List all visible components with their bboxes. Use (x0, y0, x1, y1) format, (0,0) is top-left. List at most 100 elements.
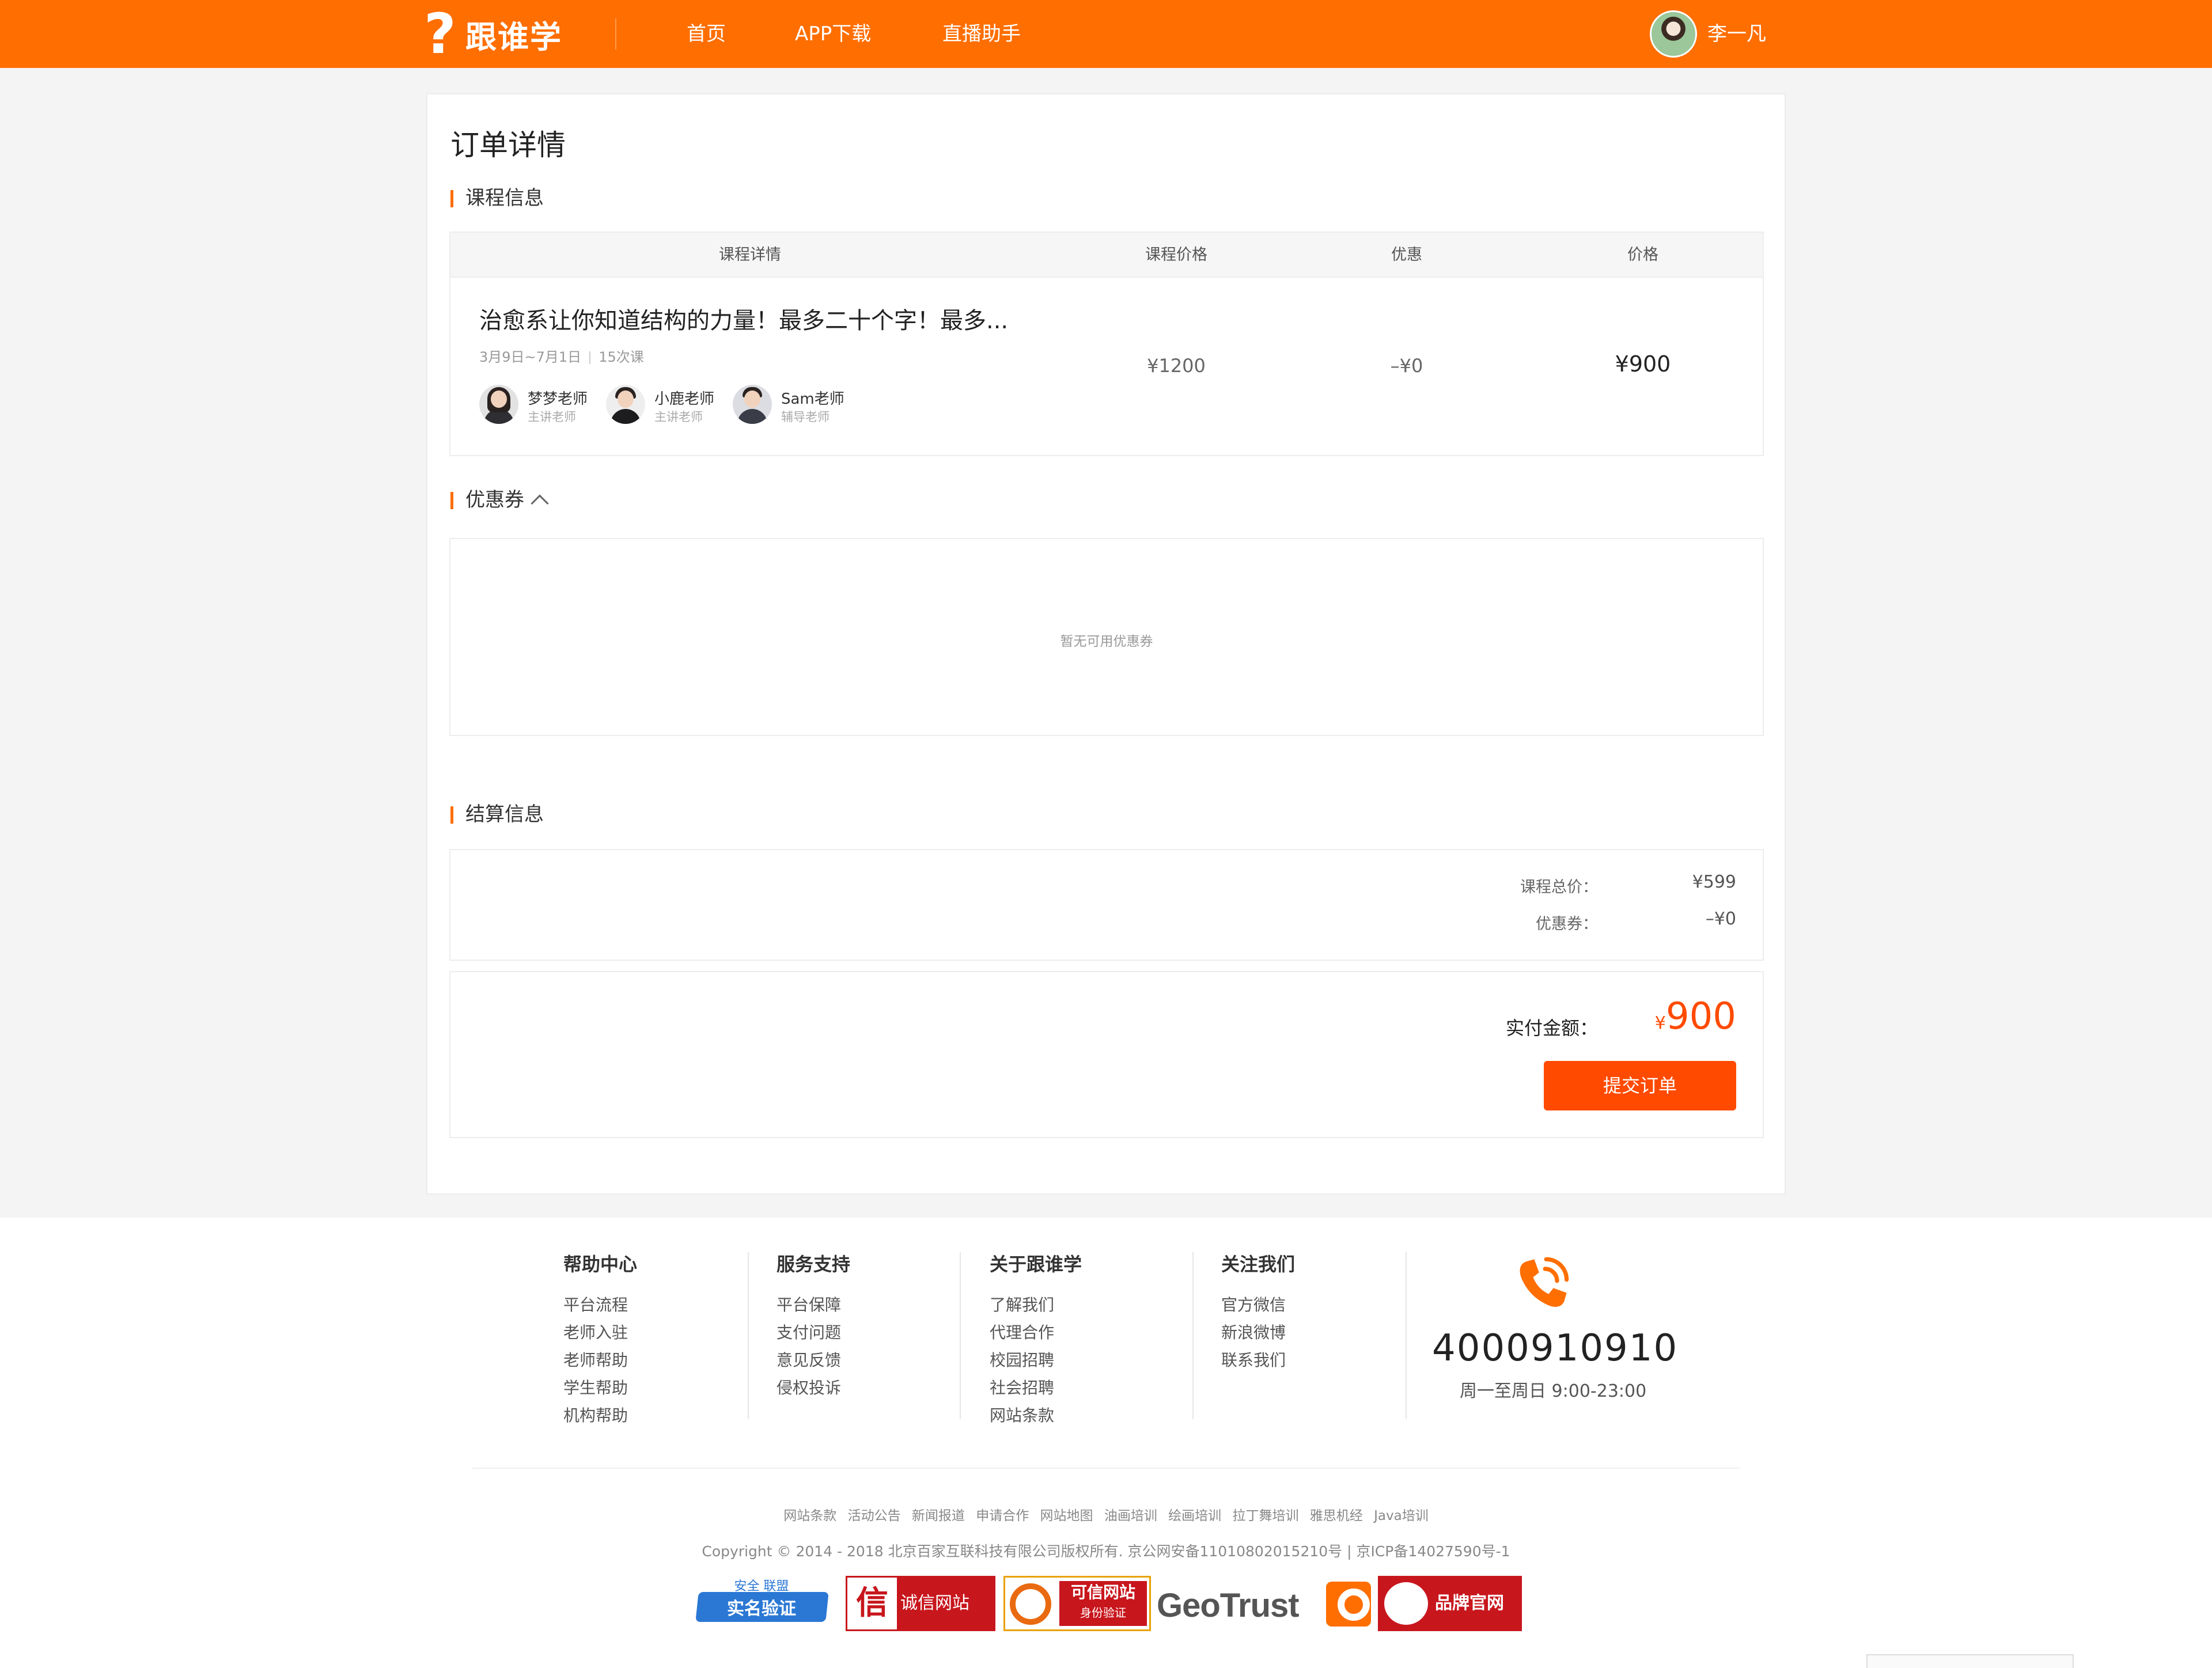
footer-link[interactable]: 新浪微博 (1221, 1319, 1295, 1347)
bottom-link[interactable]: 新闻报道 (912, 1508, 965, 1523)
teacher-name: 小鹿老师 (654, 391, 715, 408)
payment-box: 实付金额： ¥900 提交订单 (449, 971, 1764, 1138)
footer-col-title: 帮助中心 (563, 1253, 638, 1275)
col-course-price: 课程价格 (1145, 246, 1207, 264)
logo-text: 跟谁学 (465, 18, 562, 55)
bottom-link[interactable]: 网站地图 (1040, 1508, 1093, 1523)
bottom-link[interactable]: 网站条款 (783, 1508, 836, 1523)
footer-link[interactable]: 代理合作 (990, 1319, 1082, 1347)
service-phone[interactable]: 4000910910 (1432, 1327, 1678, 1370)
footer-link[interactable]: 意见反馈 (777, 1347, 850, 1374)
chevron-up-icon[interactable] (531, 494, 549, 513)
course-lessons: 15次课 (599, 349, 644, 365)
top-navbar: ? 跟谁学 首页 APP下载 直播助手 李一凡 (0, 0, 2212, 68)
floating-panel-stub[interactable] (1866, 1654, 2074, 1668)
section-title-settle: 结算信息 (450, 803, 544, 826)
footer-divider (960, 1252, 961, 1419)
footer-divider (1406, 1252, 1407, 1419)
course-price-value: ¥1200 (1147, 355, 1206, 377)
bottom-link[interactable]: Java培训 (1374, 1508, 1429, 1523)
footer-link[interactable]: 校园招聘 (990, 1347, 1082, 1374)
nav-app-download[interactable]: APP下载 (795, 0, 871, 68)
teacher-avatar (479, 385, 518, 424)
teacher-name: 梦梦老师 (528, 391, 588, 408)
footer-col-help: 帮助中心 平台流程 老师入驻 老师帮助 学生帮助 机构帮助 (563, 1250, 637, 1430)
coupon-empty-text: 暂无可用优惠券 (1060, 634, 1153, 649)
footer-col-title: 关于跟谁学 (990, 1253, 1082, 1275)
footer-col-about: 关于跟谁学 了解我们 代理合作 校园招聘 社会招聘 网站条款 (990, 1250, 1082, 1430)
bottom-link[interactable]: 活动公告 (848, 1508, 901, 1523)
teacher-avatar (606, 385, 645, 424)
pay-amount-label: 实付金额： (1505, 1017, 1598, 1039)
section-title-course: 课程信息 (450, 187, 544, 210)
teacher-role: 主讲老师 (528, 410, 576, 424)
coupon-title-label: 优惠券 (465, 488, 524, 511)
site-logo[interactable]: ? 跟谁学 (424, 6, 562, 62)
col-course-detail: 课程详情 (719, 246, 781, 264)
course-final-price: ¥900 (1615, 351, 1671, 377)
nav-home[interactable]: 首页 (687, 0, 726, 68)
footer-link[interactable]: 联系我们 (1221, 1347, 1295, 1374)
footer-link[interactable]: 老师帮助 (563, 1347, 637, 1374)
course-meta: 3月9日~7月1日 15次课 (479, 346, 644, 366)
footer-link[interactable]: 老师入驻 (563, 1319, 637, 1347)
col-discount: 优惠 (1391, 246, 1422, 264)
teacher-name: Sam老师 (781, 391, 844, 408)
teacher-role: 主讲老师 (654, 410, 703, 424)
teacher-avatar (733, 385, 772, 424)
course-table: 课程详情 课程价格 优惠 价格 治愈系让你知道结构的力量！最多二十个字！最多..… (449, 232, 1764, 456)
bottom-link[interactable]: 申请合作 (976, 1508, 1029, 1523)
user-name[interactable]: 李一凡 (1707, 0, 1766, 68)
course-name[interactable]: 治愈系让你知道结构的力量！最多二十个字！最多... (479, 302, 1008, 335)
bottom-link[interactable]: 雅思机经 (1310, 1508, 1363, 1523)
course-table-header: 课程详情 课程价格 优惠 价格 (450, 233, 1763, 278)
footer-link[interactable]: 支付问题 (777, 1319, 850, 1347)
site-footer: 帮助中心 平台流程 老师入驻 老师帮助 学生帮助 机构帮助 服务支持 平台保障 … (0, 1218, 2212, 1668)
submit-order-button[interactable]: 提交订单 (1544, 1061, 1736, 1110)
footer-rule (472, 1468, 1740, 1469)
course-discount-value: –¥0 (1390, 355, 1423, 377)
service-hours: 周一至周日 9:00-23:00 (1460, 1381, 1647, 1401)
bottom-link[interactable]: 绘画培训 (1168, 1508, 1221, 1523)
settle-box: 课程总价： ¥599 优惠券： –¥0 (449, 849, 1764, 961)
badge-real-name-verified[interactable]: 安全 联盟 实名验证 (689, 1576, 834, 1631)
user-avatar[interactable] (1650, 10, 1697, 58)
footer-col-follow: 关注我们 官方微信 新浪微博 联系我们 (1221, 1250, 1295, 1374)
order-detail-card: 订单详情 课程信息 课程详情 课程价格 优惠 价格 治愈系让你知道结构的力量！最… (426, 93, 1786, 1195)
footer-col-service: 服务支持 平台保障 支付问题 意见反馈 侵权投诉 (777, 1250, 850, 1402)
footer-link[interactable]: 网站条款 (990, 1402, 1082, 1430)
badge-credible-site[interactable]: 信 诚信网站 (846, 1576, 995, 1631)
footer-link[interactable]: 学生帮助 (563, 1374, 637, 1402)
copyright-text: Copyright © 2014 - 2018 北京百家互联科技有限公司版权所有… (702, 1543, 1510, 1560)
page-title: 订单详情 (450, 128, 566, 162)
logo-divider (615, 18, 616, 50)
pay-currency: ¥ (1654, 1013, 1666, 1033)
total-price-value: ¥599 (1692, 872, 1736, 892)
footer-link[interactable]: 官方微信 (1221, 1291, 1295, 1319)
badge-security-logo[interactable] (1321, 1576, 1377, 1631)
coupon-deduct-value: –¥0 (1705, 909, 1736, 929)
footer-col-title: 服务支持 (777, 1253, 851, 1275)
footer-link[interactable]: 机构帮助 (563, 1402, 637, 1430)
badge-trusted-site[interactable]: 可信网站 身份验证 (1003, 1576, 1151, 1631)
pay-amount-value: 900 (1665, 995, 1736, 1038)
pay-amount: ¥900 (1655, 995, 1736, 1038)
coupon-deduct-label: 优惠券： (1536, 915, 1598, 933)
bottom-link[interactable]: 油画培训 (1104, 1508, 1157, 1523)
course-dates: 3月9日~7月1日 (479, 349, 582, 365)
footer-bottom-links: 网站条款 活动公告 新闻报道 申请合作 网站地图 油画培训 绘画培训 拉丁舞培训… (0, 1504, 2212, 1524)
meta-separator (589, 351, 591, 364)
coupon-box: 暂无可用优惠券 (449, 538, 1764, 736)
footer-link[interactable]: 侵权投诉 (777, 1374, 850, 1402)
section-title-coupon[interactable]: 优惠券 (450, 488, 549, 513)
footer-link[interactable]: 平台保障 (777, 1291, 850, 1319)
nav-live-assistant[interactable]: 直播助手 (942, 0, 1021, 68)
footer-link[interactable]: 社会招聘 (990, 1374, 1082, 1402)
badge-geotrust[interactable]: GeoTrust (1157, 1576, 1316, 1631)
footer-link[interactable]: 了解我们 (990, 1291, 1082, 1319)
footer-link[interactable]: 平台流程 (563, 1291, 637, 1319)
footer-divider (748, 1252, 749, 1419)
badge-brand-official[interactable]: 品牌官网 (1378, 1576, 1522, 1631)
footer-col-title: 关注我们 (1221, 1253, 1296, 1275)
bottom-link[interactable]: 拉丁舞培训 (1232, 1508, 1298, 1523)
